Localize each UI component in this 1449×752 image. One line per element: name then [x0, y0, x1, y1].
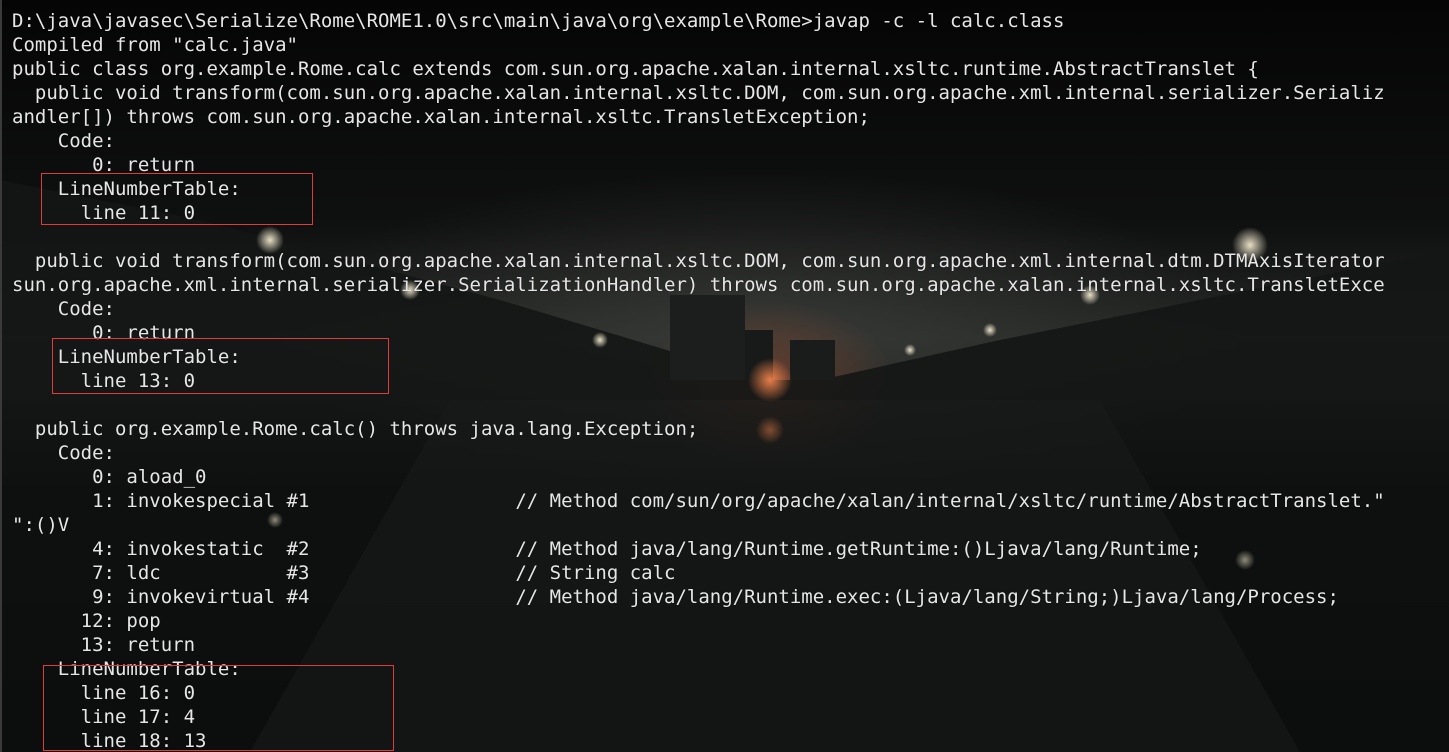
output-line: 0: return	[12, 322, 196, 344]
output-line: 4: invokestatic #2 // Method java/lang/R…	[12, 538, 1202, 560]
output-line: public void transform(com.sun.org.apache…	[12, 82, 1385, 104]
terminal-window[interactable]: D:\java\javasec\Serialize\Rome\ROME1.0\s…	[0, 0, 1449, 752]
output-line: LineNumberTable:	[12, 346, 241, 368]
output-line: 0: aload_0	[12, 466, 207, 488]
output-line: public org.example.Rome.calc() throws ja…	[12, 418, 699, 440]
output-line: 0: return	[12, 154, 196, 176]
output-line: line 16: 0	[12, 682, 196, 704]
output-line: line 18: 13	[12, 730, 207, 752]
output-line: ":()V	[12, 514, 70, 536]
output-line: public void transform(com.sun.org.apache…	[12, 250, 1385, 272]
output-line: andler[]) throws com.sun.org.apache.xala…	[12, 106, 870, 128]
output-line: 13: return	[12, 634, 196, 656]
output-line: Code:	[12, 130, 115, 152]
window-left-border	[0, 0, 2, 752]
output-line: line 17: 4	[12, 706, 196, 728]
output-line: Code:	[12, 442, 115, 464]
output-line: LineNumberTable:	[12, 178, 241, 200]
output-line: Code:	[12, 298, 115, 320]
terminal-output: D:\java\javasec\Serialize\Rome\ROME1.0\s…	[12, 9, 1385, 752]
output-line: line 13: 0	[12, 370, 196, 392]
output-line: sun.org.apache.xml.internal.serializer.S…	[12, 274, 1385, 296]
output-line: Compiled from "calc.java"	[12, 34, 298, 56]
output-line: 1: invokespecial #1 // Method com/sun/or…	[12, 490, 1385, 512]
command-prompt-line: D:\java\javasec\Serialize\Rome\ROME1.0\s…	[12, 10, 1065, 32]
output-line: 7: ldc #3 // String calc	[12, 562, 676, 584]
output-line: public class org.example.Rome.calc exten…	[12, 58, 1259, 80]
output-line: 12: pop	[12, 610, 161, 632]
output-line: LineNumberTable:	[12, 658, 241, 680]
output-line: line 11: 0	[12, 202, 196, 224]
output-line: 9: invokevirtual #4 // Method java/lang/…	[12, 586, 1339, 608]
